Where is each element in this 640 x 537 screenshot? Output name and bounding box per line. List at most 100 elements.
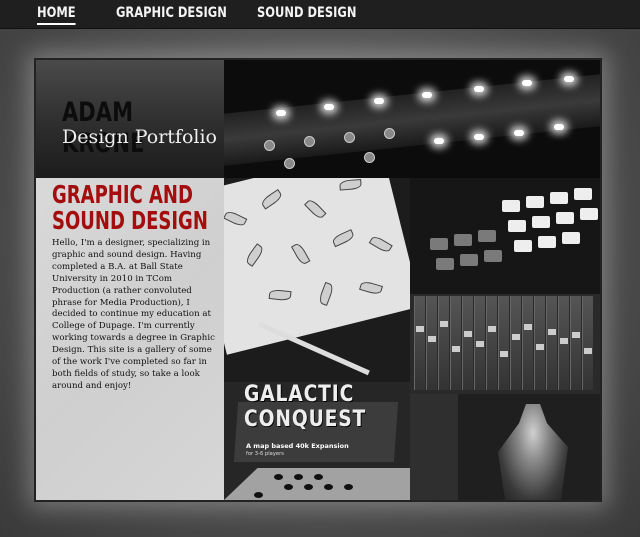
leaf-icon — [339, 179, 362, 191]
drum-pad — [556, 212, 574, 224]
nav-sound-design-link[interactable]: SOUND DESIGN — [257, 5, 356, 21]
hex-token — [344, 484, 353, 490]
leaf-icon — [304, 197, 327, 221]
game-board-graphic — [224, 468, 410, 500]
fader — [474, 296, 485, 390]
fader-cap — [524, 324, 532, 330]
nav-home-link[interactable]: HOME — [37, 5, 76, 25]
mixer-led — [324, 104, 334, 110]
fader-cap — [536, 344, 544, 350]
leaf-icon — [244, 243, 266, 267]
control-button — [478, 230, 496, 242]
leaf-icon — [259, 189, 284, 210]
fader-cap — [548, 329, 556, 335]
mixer-led — [474, 134, 484, 140]
control-button — [460, 254, 478, 266]
hex-token — [274, 474, 283, 480]
armored-figure-graphic — [498, 404, 568, 500]
mixer-rack-graphic — [224, 74, 600, 166]
fader — [570, 296, 581, 390]
leaf-icon — [331, 229, 356, 248]
leaf-icon — [368, 234, 393, 255]
mixer-led — [434, 138, 444, 144]
drum-pad — [532, 216, 550, 228]
control-button — [430, 238, 448, 250]
leaf-icon — [268, 288, 292, 302]
gallery-tile-mixer-faders[interactable] — [410, 294, 600, 394]
fader-cap — [416, 326, 424, 332]
fader — [426, 296, 437, 390]
leaf-icon — [359, 280, 383, 296]
mixer-knob — [304, 136, 315, 147]
intro-heading-line-1: GRAPHIC AND — [52, 180, 193, 209]
hex-token — [304, 484, 313, 490]
intro-heading-line-2: SOUND DESIGN — [52, 206, 208, 235]
leaf-icon — [291, 241, 311, 266]
drum-pad — [538, 236, 556, 248]
mixer-led — [474, 86, 484, 92]
drum-pad — [562, 232, 580, 244]
site-header-brand: ADAM KRONE Design Portfolio — [36, 60, 224, 178]
gallery-tile-dark-strip[interactable] — [410, 394, 458, 500]
hex-token — [314, 474, 323, 480]
fader — [510, 296, 521, 390]
fader-cap — [440, 321, 448, 327]
mixer-knob — [384, 128, 395, 139]
control-button — [454, 234, 472, 246]
fader-cap — [500, 351, 508, 357]
hex-token — [254, 492, 263, 498]
mixer-knob — [364, 152, 375, 163]
fader — [438, 296, 449, 390]
intro-paragraph: Hello, I'm a designer, specializing in g… — [52, 238, 215, 391]
gallery-tile-armored-figure[interactable] — [458, 394, 600, 500]
gallery-tile-pad-controller[interactable] — [410, 178, 600, 294]
drum-pad — [550, 192, 568, 204]
fader — [558, 296, 569, 390]
fader-cap — [560, 338, 568, 344]
drum-pad — [502, 200, 520, 212]
site-subtitle: Design Portfolio — [62, 126, 217, 148]
drum-pad — [508, 220, 526, 232]
fader-cap — [512, 334, 520, 340]
fader-cap — [452, 346, 460, 352]
mixer-led — [374, 98, 384, 104]
fader — [450, 296, 461, 390]
mixer-led — [564, 76, 574, 82]
mixer-led — [522, 80, 532, 86]
fader — [498, 296, 509, 390]
intro-heading: GRAPHIC AND SOUND DESIGN — [52, 182, 225, 234]
control-button — [484, 250, 502, 262]
mixer-led — [276, 110, 286, 116]
content-frame: ADAM KRONE Design Portfolio GRAPHIC AND … — [34, 58, 602, 502]
fader — [546, 296, 557, 390]
drum-pad — [514, 240, 532, 252]
hex-token — [284, 484, 293, 490]
mixer-led — [422, 92, 432, 98]
drum-pad — [574, 188, 592, 200]
game-title: GALACTIC CONQUEST — [244, 382, 367, 432]
fader — [534, 296, 545, 390]
fader — [462, 296, 473, 390]
mixer-knob — [284, 158, 295, 169]
game-players: for 3-6 players — [246, 451, 284, 457]
leaf-icon — [317, 281, 335, 306]
fader — [582, 296, 593, 390]
gallery-tile-leaf-sketch[interactable] — [224, 178, 410, 382]
fader-cap — [572, 332, 580, 338]
mixer-led — [554, 124, 564, 130]
notebook-graphic — [224, 178, 410, 355]
fader-cap — [476, 341, 484, 347]
hex-token — [294, 474, 303, 480]
drum-pad — [580, 208, 598, 220]
mixer-led — [514, 130, 524, 136]
hex-token — [324, 484, 333, 490]
header-mixer-photo — [224, 60, 600, 178]
fader — [522, 296, 533, 390]
fader-cap — [488, 326, 496, 332]
top-nav: HOME GRAPHIC DESIGN SOUND DESIGN — [0, 0, 640, 29]
game-tagline: A map based 40k Expansion — [246, 442, 349, 450]
drum-pad — [526, 196, 544, 208]
gallery-tile-galactic-conquest[interactable]: GALACTIC CONQUEST A map based 40k Expans… — [224, 382, 410, 500]
nav-graphic-design-link[interactable]: GRAPHIC DESIGN — [116, 5, 227, 21]
fader — [414, 296, 425, 390]
